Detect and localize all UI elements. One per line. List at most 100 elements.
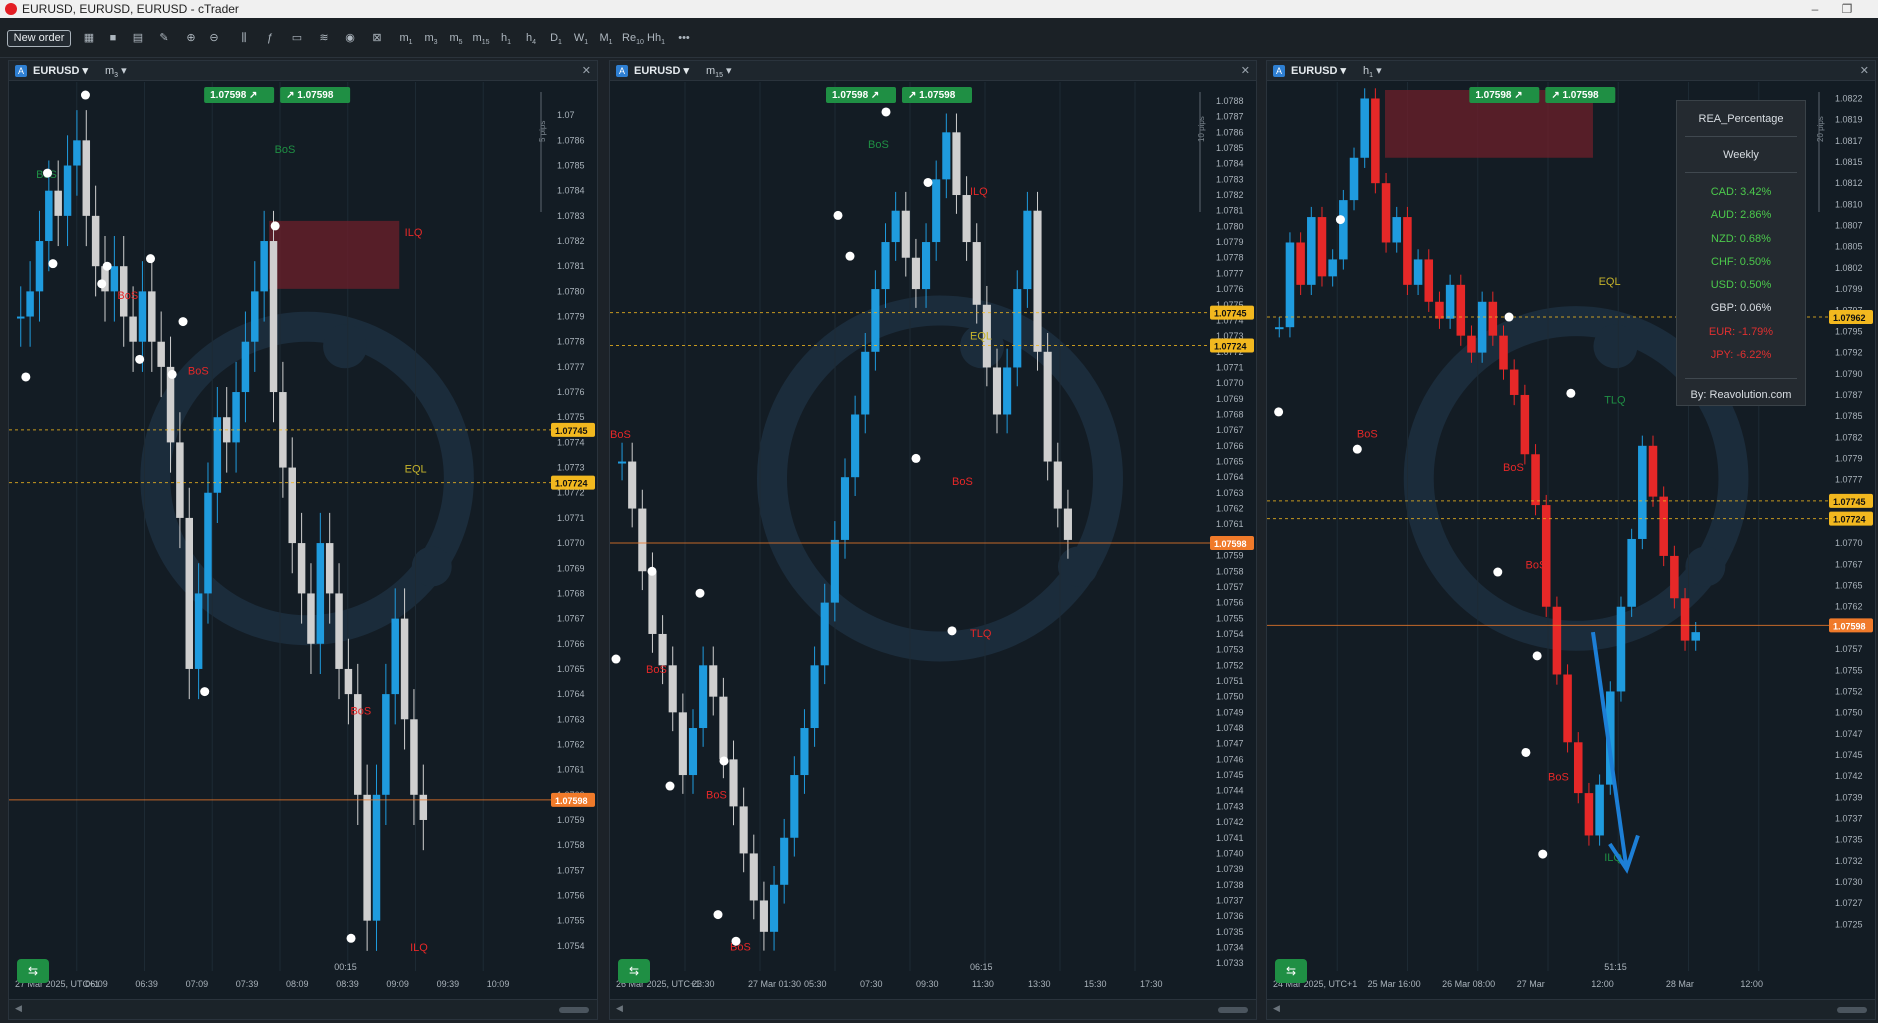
candle-body	[1413, 259, 1423, 285]
candle-body	[1043, 351, 1052, 462]
timeframe-h1-button[interactable]: h1	[497, 29, 515, 47]
candle-body	[1053, 461, 1062, 509]
ask-badge[interactable]: ↗ 1.07598	[1545, 87, 1616, 103]
candle-body	[213, 417, 222, 493]
chart-link-tag[interactable]: A	[1273, 65, 1285, 77]
timeframe-M1-button[interactable]: M1	[597, 29, 615, 47]
price-tick-label: 1.0780	[557, 286, 585, 296]
swing-point-marker	[43, 168, 53, 178]
price-level-tag-label: 1.07745	[1833, 497, 1866, 507]
close-chart-icon[interactable]: ✕	[582, 61, 591, 81]
price-chart[interactable]: 1.07 1.0786 1.0785 1.0784 1.0783 1.0782 1.0781…	[9, 82, 598, 1001]
bid-badge[interactable]: 1.07598 ↗	[204, 87, 275, 103]
candle-body	[1403, 217, 1412, 285]
candle-body	[1317, 217, 1327, 277]
candle-body	[1573, 742, 1583, 794]
price-tick-label: 1.0770	[557, 538, 585, 548]
scroll-left-icon[interactable]: ◀	[616, 1003, 623, 1014]
price-tick-label: 1.0725	[1835, 919, 1863, 929]
swing-point-marker	[1493, 567, 1503, 577]
timeframe-m1-button[interactable]: m1	[397, 29, 415, 47]
zoom-out-icon[interactable]: ⊖	[205, 29, 223, 47]
chart-link-tag[interactable]: A	[15, 65, 27, 77]
candle-body	[91, 215, 100, 267]
rea-row: AUD: 2.86%	[1710, 209, 1772, 222]
timeframe-W1-button[interactable]: W1	[572, 29, 590, 47]
chart-panel-m3[interactable]: A EURUSD ▾ m3 ▾ ✕ 1.07 1.0786 1.0785 1.0784…	[8, 60, 598, 1020]
new-order-button[interactable]: New order	[7, 30, 71, 47]
symbol-selector[interactable]: EURUSD ▾	[634, 61, 689, 81]
horizontal-scrollbar[interactable]	[1837, 1007, 1867, 1013]
ask-price[interactable]: ↗ 1.07598	[908, 90, 956, 101]
quick-trade-icon[interactable]: ⇆	[17, 959, 49, 983]
scroll-left-icon[interactable]: ◀	[15, 1003, 22, 1014]
horizontal-scrollbar[interactable]	[559, 1007, 589, 1013]
templates-icon[interactable]: ▭	[288, 29, 306, 47]
chart-type-icon[interactable]: ⫼	[235, 29, 253, 47]
price-chart[interactable]: 1.0788 1.0787 1.0786 1.0785 1.0784 1.0783 1.07…	[610, 82, 1257, 1001]
time-tick-label: 15:30	[1084, 979, 1107, 989]
rea-percentage-panel: REA_Percentage Weekly CAD: 3.42% AUD: 2.8…	[1676, 100, 1806, 406]
time-tick-label: 27 Mar	[1517, 979, 1545, 989]
layers-icon[interactable]: ≋	[315, 29, 333, 47]
close-chart-icon[interactable]: ✕	[1860, 61, 1869, 81]
close-chart-icon[interactable]: ✕	[1241, 61, 1250, 81]
price-level-tag-label: 1.07745	[555, 426, 588, 436]
rea-row: GBP: 0.06%	[1710, 302, 1772, 315]
price-tick-label: 1.0799	[1835, 284, 1863, 294]
symbol-selector[interactable]: EURUSD ▾	[33, 61, 88, 81]
price-level-tag-label: 1.07962	[1833, 313, 1866, 323]
zoom-in-icon[interactable]: ⊕	[182, 29, 200, 47]
bid-badge[interactable]: 1.07598 ↗	[1469, 87, 1540, 103]
candle-body	[82, 140, 91, 216]
horizontal-scrollbar[interactable]	[1218, 1007, 1248, 1013]
bid-price[interactable]: 1.07598 ↗	[832, 90, 879, 101]
ask-badge[interactable]: ↗ 1.07598	[902, 87, 972, 103]
layout-grid-icon[interactable]: ▦	[80, 29, 98, 47]
chart-link-tag[interactable]: A	[616, 65, 628, 77]
price-tick-label: 1.0792	[1835, 348, 1863, 358]
timeframe-m3-button[interactable]: m3	[422, 29, 440, 47]
chart-panel-m15[interactable]: A EURUSD ▾ m15 ▾ ✕ 1.0788 1.0787 1.0786 1.0…	[609, 60, 1257, 1020]
price-axis: 1.07 1.0786 1.0785 1.0784 1.0783 1.0782 1.0781…	[551, 82, 597, 971]
candle-body	[1275, 327, 1284, 330]
candle-body	[1627, 538, 1636, 607]
trading-tools-icon[interactable]: ⊠	[368, 29, 386, 47]
bid-price[interactable]: 1.07598 ↗	[210, 90, 257, 101]
rea-row: USD: 0.50%	[1710, 279, 1772, 292]
candle-body	[45, 190, 53, 242]
bid-badge[interactable]: 1.07598 ↗	[826, 87, 896, 103]
timeframe-D1-button[interactable]: D1	[547, 29, 565, 47]
scroll-left-icon[interactable]: ◀	[1273, 1003, 1280, 1014]
price-tick-label: 1.0775	[557, 412, 585, 422]
single-chart-icon[interactable]: ■	[104, 29, 122, 47]
timeframe-Re10-button[interactable]: Re10	[622, 29, 644, 47]
structure-label: EQL	[1599, 276, 1621, 288]
drawing-tools-icon[interactable]: ✎	[155, 29, 173, 47]
price-level-tag-label: 1.07598	[555, 796, 588, 806]
symbol-selector[interactable]: EURUSD ▾	[1291, 61, 1346, 81]
bid-price[interactable]: 1.07598 ↗	[1475, 90, 1522, 101]
price-tick-label: 1.0817	[1835, 136, 1863, 146]
timeframe-m5-button[interactable]: m5	[447, 29, 465, 47]
more-options-icon[interactable]: •••	[672, 29, 696, 47]
maximize-button[interactable]: ❐	[1832, 0, 1862, 18]
candle-body	[1307, 217, 1316, 285]
ask-badge[interactable]: ↗ 1.07598	[280, 87, 351, 103]
timeframe-Hh1-button[interactable]: Hh1	[647, 29, 665, 47]
indicators-icon[interactable]: ƒ	[261, 29, 279, 47]
price-tick-label: 1.0762	[1835, 602, 1863, 612]
timeframe-m15-button[interactable]: m15	[472, 29, 490, 47]
candle-body	[363, 794, 371, 921]
visibility-eye-icon[interactable]: ◉	[341, 29, 359, 47]
quick-trade-icon[interactable]: ⇆	[1275, 959, 1307, 983]
ask-price[interactable]: ↗ 1.07598	[1551, 90, 1599, 101]
price-tick-label: 1.0762	[1216, 504, 1244, 514]
split-chart-icon[interactable]: ▤	[129, 29, 147, 47]
price-tick-label: 1.0771	[557, 513, 585, 523]
minimize-button[interactable]: –	[1800, 0, 1830, 18]
quick-trade-icon[interactable]: ⇆	[618, 959, 650, 983]
timeframe-h4-button[interactable]: h4	[522, 29, 540, 47]
swing-point-marker	[719, 756, 729, 766]
ask-price[interactable]: ↗ 1.07598	[286, 90, 334, 101]
